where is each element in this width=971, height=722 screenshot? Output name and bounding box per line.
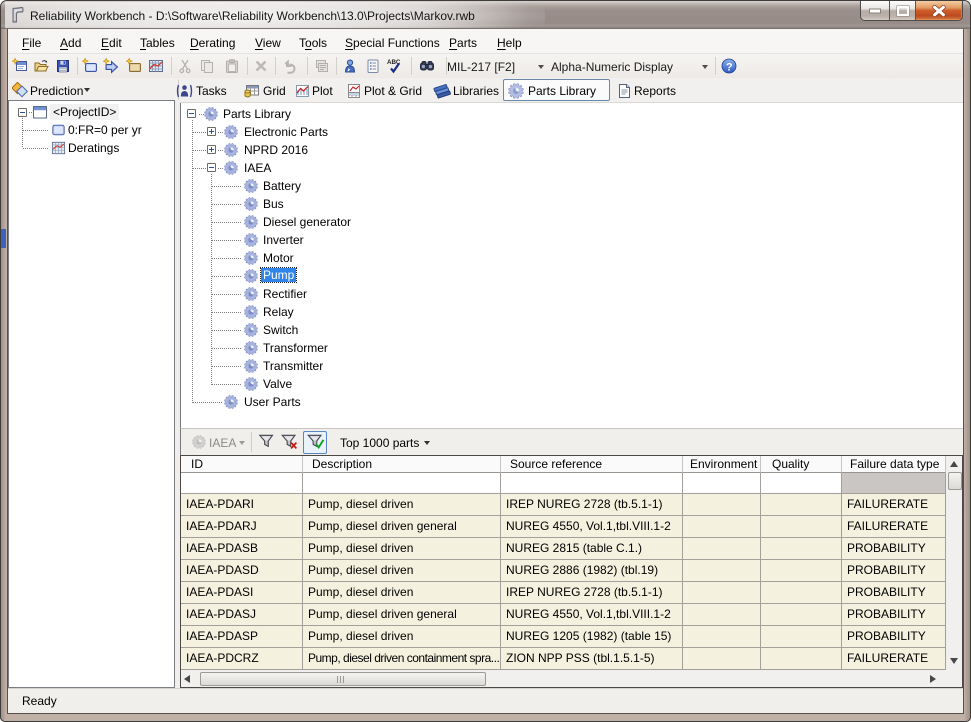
svg-text:?: ? — [726, 61, 733, 73]
